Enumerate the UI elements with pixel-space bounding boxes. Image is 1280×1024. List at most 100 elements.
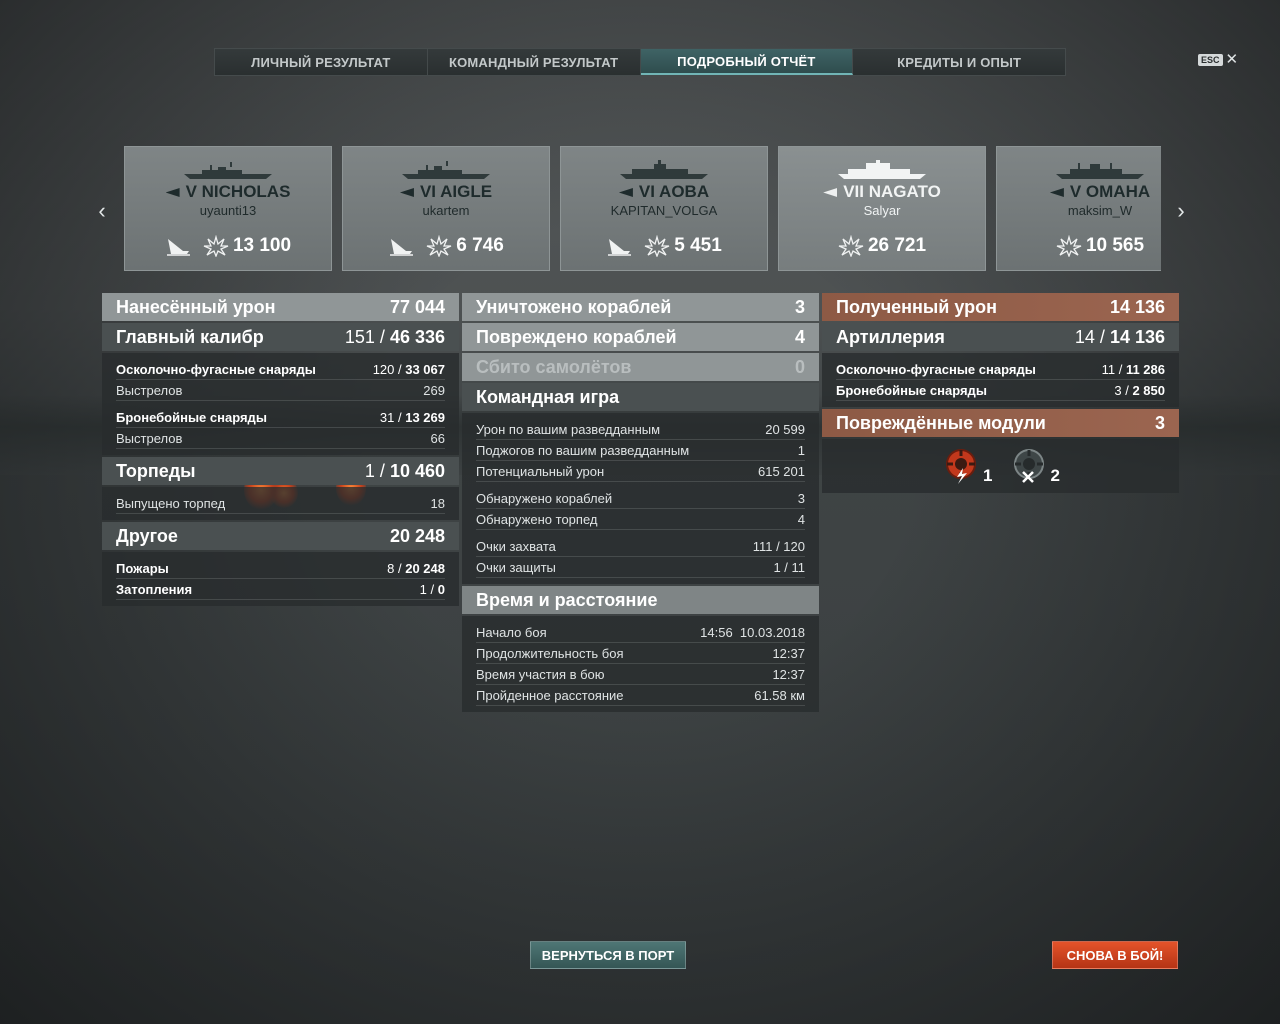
potential-damage-row: Потенциальный урон 615 201 (476, 461, 805, 482)
ship-card[interactable]: V NICHOLAS uyaunti13 13 100 (124, 146, 332, 271)
ship-name-row: VI AOBA (561, 182, 767, 202)
damage-number: 26 721 (867, 235, 927, 256)
ap-shots-row: Выстрелов 66 (116, 428, 445, 449)
esc-key-label: ESC (1198, 54, 1223, 66)
torpedoes-details: Выпущено торпед 18 (102, 487, 459, 520)
destroyed-module-item[interactable]: 2 (1009, 446, 1060, 486)
damage-burst-icon (644, 235, 670, 257)
ship-card-stats: 5 451 (561, 235, 767, 257)
player-name: maksim_W (1067, 203, 1133, 218)
ship-card[interactable]: VI AIGLE ukartem 6 746 (342, 146, 550, 271)
torpedoes-fired-row: Выпущено торпед 18 (116, 493, 445, 514)
combat-stats-panel: Уничтожено кораблей 3 Повреждено кораблей… (462, 293, 819, 714)
damaged-modules-list: 1 2 (822, 439, 1179, 493)
damage-number: 10 565 (1085, 235, 1145, 256)
battle-duration-row: Продолжительность боя 12:37 (476, 643, 805, 664)
damage-burst-icon (1056, 235, 1082, 257)
dealt-damage-label: Нанесённый урон (116, 296, 276, 317)
received-he-row: Осколочно-фугасные снаряды 11 / 11 286 (836, 359, 1165, 380)
cruiser-silhouette-icon (1056, 163, 1144, 179)
result-tabs: ЛИЧНЫЙ РЕЗУЛЬТАТ КОМАНДНЫЙ РЕЗУЛЬТАТ ПОД… (214, 48, 1066, 76)
participation-time-row: Время участия в бою 12:37 (476, 664, 805, 685)
teamwork-header: Командная игра (462, 383, 819, 411)
detected-torpedoes-row: Обнаружено торпед 4 (476, 509, 805, 530)
damaged-module-item[interactable]: 1 (941, 446, 993, 486)
tab-detailed-report[interactable]: ПОДРОБНЫЙ ОТЧЁТ (640, 49, 854, 75)
received-ap-row: Бронебойные снаряды 3 / 2 850 (836, 380, 1165, 401)
he-shots-row: Выстрелов 269 (116, 380, 445, 401)
destroyer-silhouette-icon (184, 162, 272, 179)
ship-card[interactable]: VI AOBA KAPITAN_VOLGA 5 451 (560, 146, 768, 271)
ship-carousel: V NICHOLAS uyaunti13 13 100 VI AIGLE uka… (124, 146, 1161, 271)
distance-row: Пройденное расстояние 61.58 км (476, 685, 805, 706)
battle-again-button[interactable]: СНОВА В БОЙ! (1052, 941, 1178, 969)
destroyed-module-count: 2 (1050, 466, 1060, 485)
damage-value: 6 746 (426, 235, 504, 257)
damage-value: 13 100 (203, 235, 291, 257)
tab-credits-xp[interactable]: КРЕДИТЫ И ОПЫТ (853, 49, 1065, 75)
ship-class-icon (1049, 188, 1064, 198)
received-damage-panel: Полученный урон 14 136 Артиллерия 14 / 14… (822, 293, 1179, 493)
ship-name-row: VII NAGATO (779, 182, 985, 202)
torpedoes-header: Торпеды 1 / 10 460 (102, 457, 459, 485)
torpedoes-value: 1 / 10 460 (364, 460, 445, 481)
he-shells-row: Осколочно-фугасные снаряды 120 / 33 067 (116, 359, 445, 380)
teamwork-details: Урон по вашим разведданным 20 599 Поджого… (462, 413, 819, 584)
damage-number: 5 451 (674, 235, 722, 256)
damage-number: 6 746 (456, 235, 504, 256)
tab-team-result[interactable]: КОМАНДНЫЙ РЕЗУЛЬТАТ (427, 49, 641, 75)
dealt-damage-header: Нанесённый урон 77 044 (102, 293, 459, 321)
ship-class-icon (399, 188, 414, 198)
sunk-ship-icon (390, 239, 414, 256)
damaged-modules-header: Повреждённые модули 3 (822, 409, 1179, 437)
ship-card-own[interactable]: VII NAGATO Salyar 26 721 (778, 146, 986, 271)
destroyed-ships-header: Уничтожено кораблей 3 (462, 293, 819, 321)
battle-start-row: Начало боя 14:56 10.03.2018 (476, 622, 805, 643)
dealt-damage-panel: Нанесённый урон 77 044 Главный калибр 15… (102, 293, 459, 608)
player-name: ukartem (422, 203, 470, 218)
received-damage-header: Полученный урон 14 136 (822, 293, 1179, 321)
damaged-module-count: 1 (983, 466, 993, 485)
ship-name: VI AOBA (638, 182, 710, 201)
floods-row: Затопления 1 / 0 (116, 579, 445, 600)
other-value: 20 248 (389, 525, 445, 546)
ship-card[interactable]: V OMAHA maksim_W 10 565 (996, 146, 1161, 271)
damage-value: 26 721 (838, 235, 926, 257)
other-details: Пожары 8 / 20 248 Затопления 1 / 0 (102, 552, 459, 606)
main-battery-label: Главный калибр (116, 326, 264, 347)
damage-burst-icon (203, 235, 229, 257)
main-battery-value: 151 / 46 336 (344, 326, 445, 347)
close-icon: ✕ (1225, 51, 1239, 68)
cruiser-silhouette-icon (620, 160, 708, 179)
other-label: Другое (116, 525, 178, 546)
damage-burst-icon (838, 235, 864, 257)
ship-name: V OMAHA (1069, 182, 1151, 201)
carousel-prev-arrow-icon[interactable]: ‹ (94, 198, 110, 224)
artillery-header: Артиллерия 14 / 14 136 (822, 323, 1179, 351)
carousel-next-arrow-icon[interactable]: › (1173, 198, 1189, 224)
destroyed-module-icon (1013, 449, 1044, 483)
other-header: Другое 20 248 (102, 522, 459, 550)
destroyer-silhouette-icon (402, 161, 490, 179)
time-distance-details: Начало боя 14:56 10.03.2018 Продолжительн… (462, 616, 819, 712)
sunk-ship-icon (166, 239, 190, 256)
return-to-port-button[interactable]: ВЕРНУТЬСЯ В ПОРТ (530, 941, 686, 969)
battleship-silhouette-icon (838, 160, 926, 179)
ship-class-icon (618, 188, 633, 198)
close-button[interactable]: ESC ✕ (1198, 51, 1239, 68)
defense-points-row: Очки защиты 1 / 11 (476, 557, 805, 578)
damaged-module-icon (946, 449, 977, 484)
ship-name: V NICHOLAS (185, 182, 291, 201)
player-name: Salyar (863, 203, 901, 218)
damage-number: 13 100 (232, 235, 292, 256)
spotting-fires-row: Поджогов по вашим разведданным 1 (476, 440, 805, 461)
ship-card-stats: 13 100 (125, 235, 331, 257)
ship-name-row: VI AIGLE (343, 182, 549, 202)
ship-class-icon (823, 188, 838, 198)
ship-card-stats: 6 746 (343, 235, 549, 257)
damage-burst-icon (426, 235, 452, 257)
dealt-damage-value: 77 044 (389, 296, 445, 317)
tab-personal-result[interactable]: ЛИЧНЫЙ РЕЗУЛЬТАТ (215, 49, 428, 75)
planes-shot-header: Сбито самолётов 0 (462, 353, 819, 381)
ship-class-icon (165, 188, 180, 198)
